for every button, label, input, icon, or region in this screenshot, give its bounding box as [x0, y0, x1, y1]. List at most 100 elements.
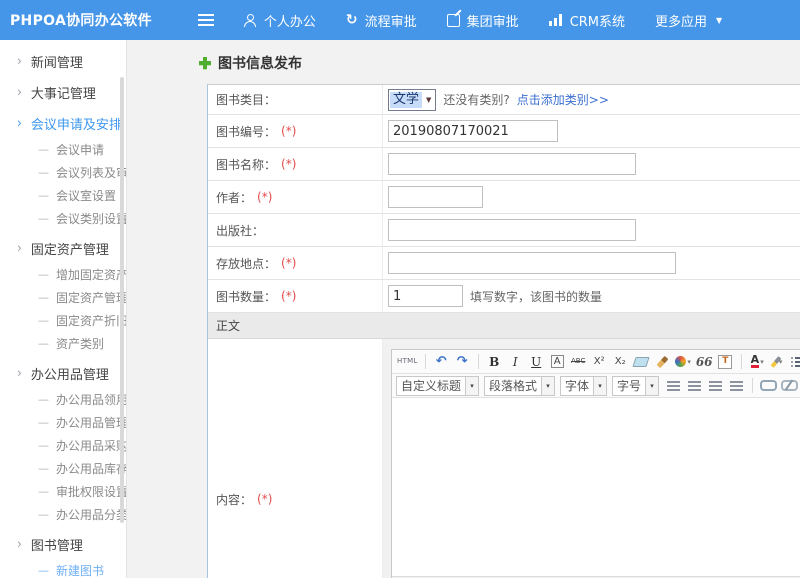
format-paint-icon[interactable]: ▾ [674, 352, 693, 371]
font-box-icon[interactable]: A [548, 352, 567, 371]
dash-icon: — [38, 166, 49, 179]
sidebar-group: ›大事记管理 [0, 79, 126, 105]
sidebar-subitem-label: 办公用品库存管理 [56, 460, 127, 477]
subscript-icon[interactable]: X₂ [611, 352, 630, 371]
sidebar-subitem-2-3[interactable]: —会议类别设置 [0, 207, 126, 230]
chevron-right-icon: › [17, 537, 22, 551]
eraser-icon[interactable] [632, 352, 651, 371]
publisher-input[interactable] [388, 219, 636, 241]
font-family-select[interactable]: 字体▾ [560, 376, 607, 396]
sidebar-subitem-3-0[interactable]: —增加固定资产 [0, 263, 126, 286]
unlink-icon[interactable] [780, 376, 799, 395]
sidebar-subitem-4-2[interactable]: —办公用品采购 [0, 434, 126, 457]
nav-item-more-apps[interactable]: 更多应用▼ [655, 11, 722, 30]
editor-content-area[interactable] [392, 398, 800, 576]
sidebar-subitem-4-5[interactable]: —办公用品分类设置 [0, 503, 126, 526]
add-category-link[interactable]: 点击添加类别>> [517, 91, 609, 108]
strikethrough-icon[interactable]: ABC [569, 352, 588, 371]
align-right-icon [709, 381, 722, 391]
paste-as-text-icon[interactable] [716, 352, 735, 371]
required-mark: (*) [281, 124, 296, 138]
sidebar-subitem-2-2[interactable]: —会议室设置 [0, 184, 126, 207]
dash-icon: — [38, 508, 49, 521]
html-source-icon: HTML [397, 358, 418, 365]
align-left-icon[interactable] [664, 376, 683, 395]
sidebar-subitem-label: 会议申请 [56, 141, 104, 158]
book-form: 图书类目： 文学 ▼ 还没有类别? 点击添加类别>> 图书编号：(*)图书名称：… [207, 84, 800, 578]
align-right-icon[interactable] [706, 376, 725, 395]
underline-icon[interactable]: U [527, 352, 546, 371]
book-name-input[interactable] [388, 153, 636, 175]
blockquote-icon[interactable]: 66 [695, 352, 714, 371]
italic-icon[interactable]: I [506, 352, 525, 371]
required-mark: (*) [257, 492, 272, 506]
sidebar-item-4[interactable]: ›办公用品管理 [0, 360, 126, 386]
sidebar-subitem-label: 新建图书 [56, 562, 104, 578]
hamburger-menu-icon[interactable] [198, 14, 214, 26]
toolbar-separator [478, 354, 479, 369]
form-field-location [383, 252, 800, 274]
align-center-icon[interactable] [685, 376, 704, 395]
author-input[interactable] [388, 186, 483, 208]
sidebar-subitem-label: 会议列表及审批 [56, 164, 127, 181]
select-caret-icon: ▾ [646, 376, 659, 396]
quantity-input[interactable] [388, 285, 463, 307]
dash-icon: — [38, 393, 49, 406]
form-field-book-name [383, 153, 800, 175]
sidebar-subitem-3-2[interactable]: —固定资产折旧 [0, 309, 126, 332]
sidebar-scrollbar[interactable] [120, 77, 124, 523]
font-size-select[interactable]: 字号▾ [612, 376, 659, 396]
app-window: PHPOA协同办公软件 个人办公↻流程审批集团审批CRM系统更多应用▼ ›新闻管… [0, 0, 800, 578]
sidebar-item-3[interactable]: ›固定资产管理 [0, 235, 126, 261]
align-justify-icon [730, 381, 743, 391]
dash-icon: — [38, 143, 49, 156]
highlight-color-icon[interactable]: ▾ [769, 352, 788, 371]
nav-item-workflow-approval[interactable]: ↻流程审批 [346, 11, 417, 30]
select-caret-icon: ▾ [466, 376, 479, 396]
clean-format-icon[interactable] [653, 352, 672, 371]
sidebar-subitem-2-0[interactable]: — 会议申请 [0, 138, 126, 161]
select-label: 字体 [560, 376, 594, 396]
form-label-quantity: 图书数量： (*) [208, 280, 383, 312]
nav-item-crm-system[interactable]: CRM系统 [549, 11, 625, 30]
superscript-icon[interactable]: X² [590, 352, 609, 371]
category-select[interactable]: 文学 ▼ [388, 89, 436, 111]
nav-item-label: 更多应用 [655, 11, 707, 30]
clean-format-icon [656, 355, 668, 367]
ordered-list-icon[interactable]: ▾ [790, 352, 800, 371]
sidebar-item-0[interactable]: ›新闻管理 [0, 48, 126, 74]
nav-item-group-approval[interactable]: 集团审批 [447, 11, 519, 30]
undo-icon[interactable]: ↶ [432, 352, 451, 371]
custom-title-select[interactable]: 自定义标题▾ [396, 376, 479, 396]
redo-icon[interactable]: ↷ [453, 352, 472, 371]
html-source-icon[interactable]: HTML [396, 352, 419, 371]
nav-item-personal-office[interactable]: 个人办公 [244, 11, 316, 30]
sidebar-subitem-label: 资产类别 [56, 335, 104, 352]
form-label-text: 出版社： [216, 222, 264, 239]
sidebar-subitem-4-3[interactable]: —办公用品库存管理 [0, 457, 126, 480]
form-label-text: 图书数量： [216, 288, 276, 305]
book-number-input[interactable] [388, 120, 558, 142]
required-mark: (*) [281, 289, 296, 303]
sidebar-subitem-4-4[interactable]: —审批权限设置 [0, 480, 126, 503]
sidebar-subitem-3-3[interactable]: —资产类别 [0, 332, 126, 355]
sidebar-item-5[interactable]: ›图书管理 [0, 531, 126, 557]
sidebar-subitem-label: 办公用品管理 [56, 414, 127, 431]
bold-icon[interactable]: B [485, 352, 504, 371]
sidebar-subitem-4-1[interactable]: —办公用品管理 [0, 411, 126, 434]
sidebar-subitem-3-1[interactable]: —固定资产管理 [0, 286, 126, 309]
align-justify-icon[interactable] [727, 376, 746, 395]
sidebar-subitem-5-0[interactable]: —新建图书 [0, 559, 126, 578]
sidebar-subitem-4-0[interactable]: —办公用品领用 [0, 388, 126, 411]
link-icon[interactable] [759, 376, 778, 395]
font-color-icon[interactable]: A▾ [748, 352, 767, 371]
location-input[interactable] [388, 252, 676, 274]
undo-icon: ↶ [436, 355, 447, 368]
paragraph-format-select[interactable]: 段落格式▾ [484, 376, 555, 396]
sidebar-item-1[interactable]: ›大事记管理 [0, 79, 126, 105]
sidebar-subitem-2-1[interactable]: — 会议列表及审批 [0, 161, 126, 184]
sidebar-group: ›办公用品管理—办公用品领用—办公用品管理—办公用品采购—办公用品库存管理—审批… [0, 360, 126, 526]
sidebar-group: ›新闻管理 [0, 48, 126, 74]
form-rows: 图书编号：(*)图书名称：(*)作者：(*)出版社：存放地点：(*)图书数量：(… [208, 115, 800, 313]
sidebar-item-2[interactable]: ›会议申请及安排 [0, 110, 126, 136]
